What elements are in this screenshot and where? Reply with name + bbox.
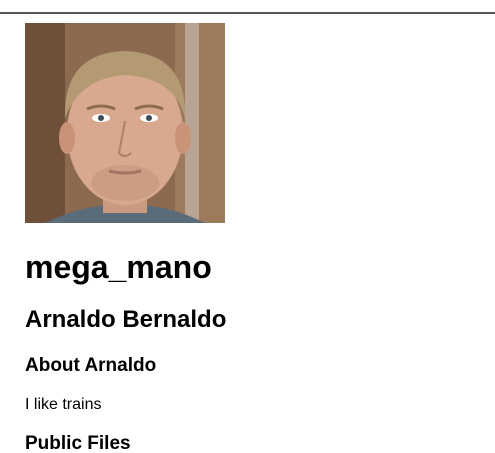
profile-page: mega_mano Arnaldo Bernaldo About Arnaldo… [0,0,495,453]
full-name: Arnaldo Bernaldo [25,306,227,333]
username: mega_mano [25,249,212,285]
about-text: I like trains [25,396,102,413]
avatar [25,23,225,223]
top-divider [0,12,495,14]
public-files-heading: Public Files [25,433,131,453]
profile-photo [25,23,225,223]
about-heading: About Arnaldo [25,355,157,376]
